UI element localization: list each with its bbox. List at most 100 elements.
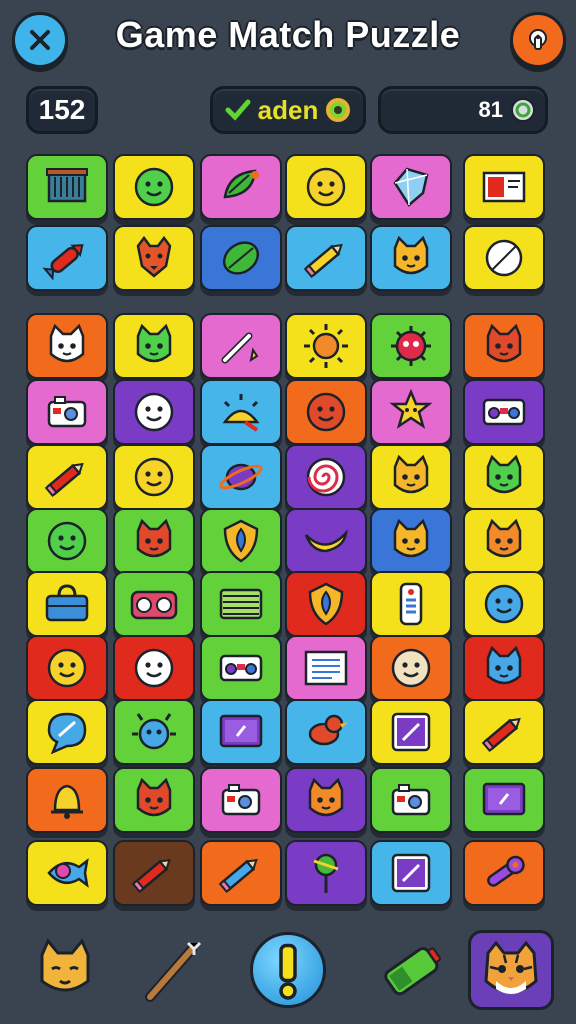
tile-green-cat[interactable] bbox=[463, 444, 545, 510]
tile-boombox[interactable] bbox=[113, 571, 195, 637]
tile-remote[interactable] bbox=[370, 571, 452, 637]
wand-button[interactable] bbox=[130, 930, 216, 1010]
tile-card[interactable] bbox=[463, 154, 545, 220]
battery-button[interactable] bbox=[370, 930, 456, 1010]
tile-rocket[interactable] bbox=[26, 225, 108, 291]
tile-green-ball[interactable] bbox=[26, 508, 108, 574]
tile-banana[interactable] bbox=[285, 508, 367, 574]
tile-yellow-face[interactable] bbox=[26, 635, 108, 701]
tile-note[interactable] bbox=[285, 635, 367, 701]
tile-frame[interactable] bbox=[370, 699, 452, 765]
tile-wrench[interactable] bbox=[463, 840, 545, 906]
coins-panel: 81 bbox=[378, 86, 548, 134]
tile-red-bird[interactable] bbox=[285, 699, 367, 765]
tile-red-cat[interactable] bbox=[463, 313, 545, 379]
tile-red-blob[interactable] bbox=[285, 379, 367, 445]
tile-tv[interactable] bbox=[200, 699, 282, 765]
tile-planet[interactable] bbox=[200, 444, 282, 510]
radio-icon bbox=[219, 654, 263, 682]
tile-yellow-face[interactable] bbox=[113, 444, 195, 510]
blue-pencil-icon bbox=[218, 858, 258, 894]
tile-chat[interactable] bbox=[26, 699, 108, 765]
red-pencil-icon bbox=[44, 462, 84, 498]
green-cat-icon bbox=[486, 454, 522, 494]
cat-sleep-button[interactable] bbox=[22, 930, 108, 1010]
tile-blue-bug[interactable] bbox=[113, 699, 195, 765]
page-title: Game Match Puzzle bbox=[115, 14, 461, 55]
tile-crate[interactable] bbox=[26, 154, 108, 220]
top-bar: Game Match Puzzle bbox=[0, 0, 576, 80]
tile-white-face[interactable] bbox=[113, 379, 195, 445]
sunrise-icon bbox=[222, 394, 260, 432]
tile-yellow-face[interactable] bbox=[285, 154, 367, 220]
diamond-icon bbox=[393, 167, 429, 207]
tile-pin[interactable] bbox=[285, 840, 367, 906]
tile-wand[interactable] bbox=[200, 313, 282, 379]
tile-shield[interactable] bbox=[285, 571, 367, 637]
tile-sunrise[interactable] bbox=[200, 379, 282, 445]
tile-cream-face[interactable] bbox=[370, 635, 452, 701]
tile-cat-face[interactable] bbox=[370, 225, 452, 291]
tile-frame[interactable] bbox=[370, 840, 452, 906]
wand-icon bbox=[221, 332, 259, 364]
yellow-face-icon bbox=[134, 457, 174, 497]
blue-cat-icon bbox=[486, 645, 522, 685]
tile-leaf[interactable] bbox=[200, 225, 282, 291]
tiger-face-icon bbox=[484, 940, 538, 994]
virus-icon bbox=[391, 326, 431, 366]
tile-spiral[interactable] bbox=[285, 444, 367, 510]
tile-red-cat[interactable] bbox=[113, 508, 195, 574]
tile-bell[interactable] bbox=[26, 767, 108, 833]
tile-virus[interactable] bbox=[370, 313, 452, 379]
tile-star-face[interactable] bbox=[370, 379, 452, 445]
tile-orange-cat[interactable] bbox=[463, 508, 545, 574]
tile-camera[interactable] bbox=[26, 379, 108, 445]
checkmark-icon bbox=[225, 99, 251, 121]
tiger-avatar[interactable] bbox=[468, 930, 554, 1010]
tile-red-cat[interactable] bbox=[113, 767, 195, 833]
tile-green-cat[interactable] bbox=[113, 313, 195, 379]
tile-green-face[interactable] bbox=[113, 154, 195, 220]
hint-button[interactable] bbox=[245, 930, 331, 1010]
white-face-icon bbox=[134, 648, 174, 688]
blue-bug-icon bbox=[132, 713, 176, 750]
orange-cat-icon bbox=[486, 518, 522, 558]
help-button[interactable] bbox=[510, 12, 566, 68]
tile-stripes[interactable] bbox=[200, 571, 282, 637]
tile-diamond[interactable] bbox=[370, 154, 452, 220]
tile-white-face[interactable] bbox=[113, 635, 195, 701]
tile-cat-face[interactable] bbox=[370, 508, 452, 574]
tile-blue-face[interactable] bbox=[463, 571, 545, 637]
tile-blue-pencil[interactable] bbox=[200, 840, 282, 906]
menu-button[interactable] bbox=[12, 12, 68, 68]
player-panel: aden bbox=[210, 86, 366, 134]
tile-cat-face[interactable] bbox=[370, 444, 452, 510]
tile-shield[interactable] bbox=[200, 508, 282, 574]
cat-face-icon bbox=[393, 235, 429, 275]
planet-icon bbox=[219, 463, 263, 491]
tile-sun[interactable] bbox=[285, 313, 367, 379]
tile-pencil[interactable] bbox=[285, 225, 367, 291]
tile-fish[interactable] bbox=[26, 840, 108, 906]
tile-radio[interactable] bbox=[200, 635, 282, 701]
tile-camera[interactable] bbox=[200, 767, 282, 833]
tile-tv[interactable] bbox=[463, 767, 545, 833]
tile-red-pencil[interactable] bbox=[463, 699, 545, 765]
tile-red-pencil[interactable] bbox=[26, 444, 108, 510]
fox-icon bbox=[136, 235, 172, 278]
tile-orange-cat[interactable] bbox=[285, 767, 367, 833]
score-value: 152 bbox=[38, 94, 86, 125]
tile-bag[interactable] bbox=[26, 571, 108, 637]
tile-white-cat[interactable] bbox=[26, 313, 108, 379]
tile-radio[interactable] bbox=[463, 379, 545, 445]
remote-icon bbox=[399, 582, 423, 626]
tile-red-pencil[interactable] bbox=[113, 840, 195, 906]
tile-leaf-bird[interactable] bbox=[200, 154, 282, 220]
tile-compass[interactable] bbox=[463, 225, 545, 291]
compass-icon bbox=[485, 239, 523, 277]
gem-coin-icon bbox=[511, 98, 535, 122]
red-cat-icon bbox=[136, 777, 172, 817]
tile-fox[interactable] bbox=[113, 225, 195, 291]
tile-blue-cat[interactable] bbox=[463, 635, 545, 701]
tile-camera[interactable] bbox=[370, 767, 452, 833]
